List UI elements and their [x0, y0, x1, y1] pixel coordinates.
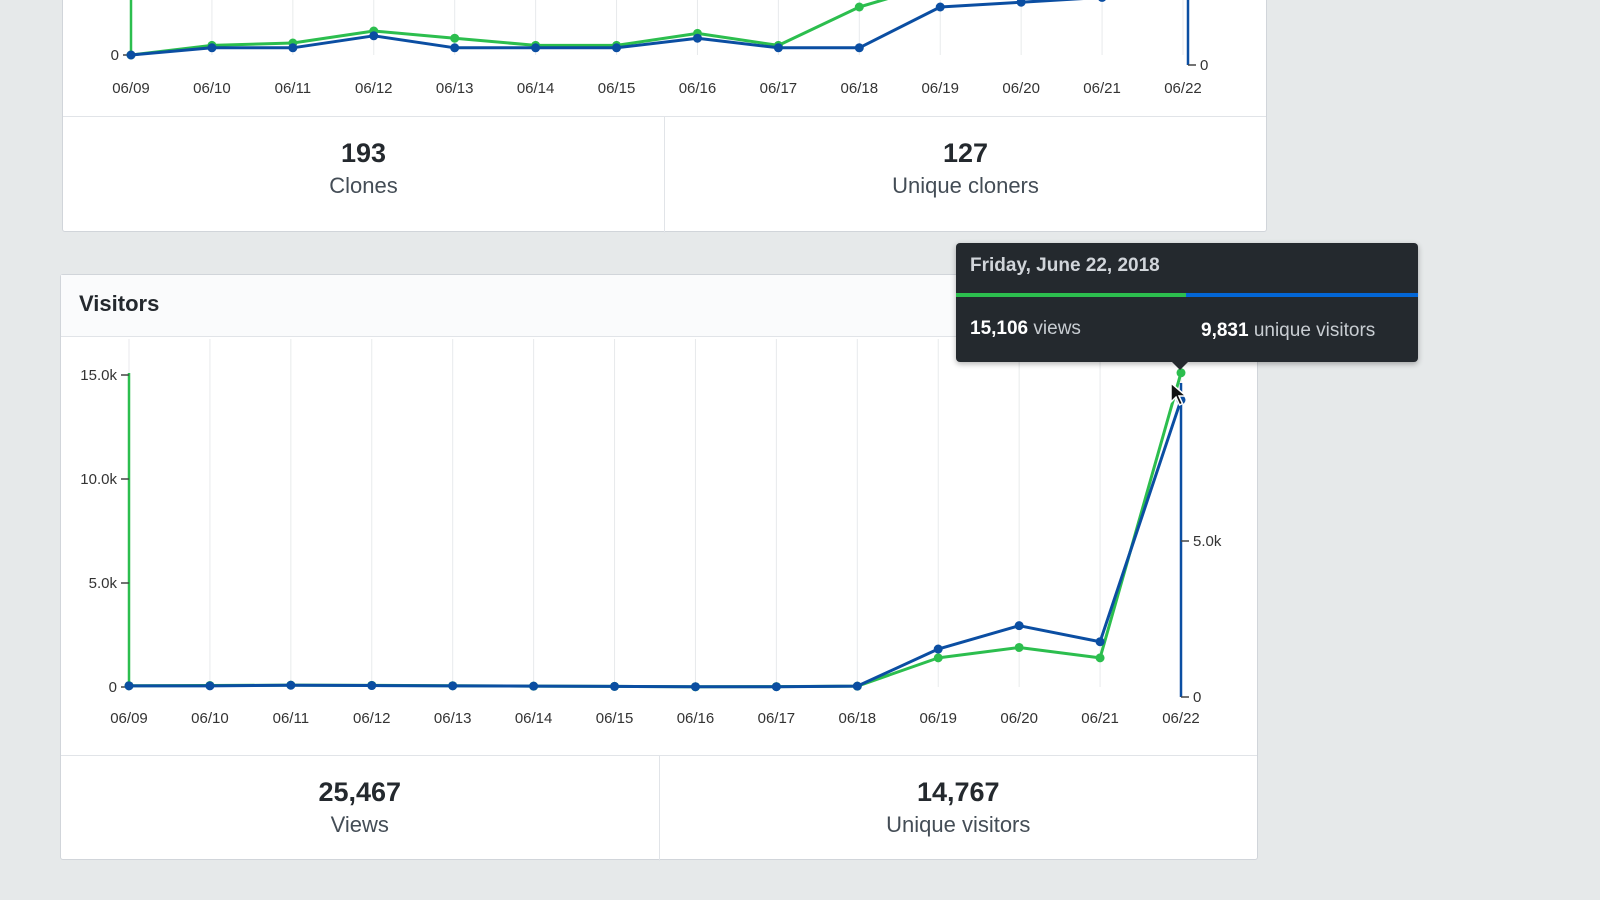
series-point [933, 653, 943, 663]
series-point [1014, 621, 1024, 631]
clones-count-label: Clones [329, 173, 398, 199]
x-tick-label: 06/19 [919, 710, 957, 727]
x-tick-label: 06/15 [598, 80, 636, 97]
series-point [773, 43, 783, 53]
tooltip-views-bar [956, 293, 1186, 297]
x-tick-label: 06/19 [921, 80, 959, 97]
x-tick-label: 06/14 [517, 80, 555, 97]
x-tick-label: 06/13 [434, 710, 472, 727]
left-axis-tick-label: 5.0k [89, 575, 118, 592]
series-point [126, 50, 136, 60]
series-point [771, 682, 781, 692]
x-tick-label: 06/20 [1002, 80, 1040, 97]
series-line [128, 372, 1183, 689]
series-point [369, 31, 379, 41]
right-axis-tick-label: 5.0k [1193, 533, 1222, 550]
unique-visitors-stat: 14,767 Unique visitors [658, 756, 1258, 861]
left-axis-tick-label: 0 [109, 679, 117, 696]
x-tick-label: 06/17 [760, 80, 798, 97]
series-point [450, 33, 460, 43]
tooltip-unique-value: 9,831 [1201, 320, 1249, 341]
tooltip-views-value: 15,106 [970, 318, 1029, 339]
x-tick-label: 06/10 [191, 710, 229, 727]
series-point [933, 644, 943, 654]
tooltip-views: 15,106 views [970, 318, 1081, 340]
x-tick-label: 06/15 [596, 710, 634, 727]
tooltip-views-label: views [1033, 318, 1081, 339]
views-stat: 25,467 Views [61, 756, 659, 861]
series-point [207, 43, 217, 53]
tooltip-arrow [1172, 362, 1188, 370]
x-tick-label: 06/18 [839, 710, 877, 727]
x-tick-label: 06/09 [110, 710, 148, 727]
unique-visitors-count: 14,767 [916, 777, 1000, 807]
series-point [852, 681, 862, 691]
left-axis-tick-label: 10.0k [80, 471, 117, 488]
series-point [529, 681, 539, 691]
views-count: 25,467 [318, 777, 402, 807]
left-axis-tick-label: 0 [111, 47, 119, 64]
right-axis-tick-label: 0 [1200, 57, 1208, 74]
series-line [129, 399, 1183, 689]
series-point [1095, 637, 1105, 647]
series-point [124, 681, 134, 691]
clones-chart: 0 0 06/09 06/10 06/11 06/12 06/13 06/14 06/15 06/… [111, 0, 1208, 97]
clones-count: 193 [340, 138, 387, 168]
tooltip-unique-bar [1186, 293, 1418, 297]
series-point [935, 2, 945, 12]
x-tick-label: 06/22 [1162, 710, 1200, 727]
unique-visitors-label: Unique visitors [886, 812, 1031, 838]
series-point [612, 43, 622, 53]
series-point [1016, 0, 1026, 7]
series-point [1098, 0, 1106, 2]
series-point [1014, 642, 1024, 652]
x-tick-label: 06/11 [273, 710, 309, 727]
x-tick-label: 06/17 [758, 710, 796, 727]
series-point [531, 43, 541, 53]
unique-cloners-stat: 127 Unique cloners [664, 117, 1266, 233]
series-point [286, 680, 296, 690]
unique-cloners-count: 127 [942, 138, 989, 168]
x-tick-label: 06/22 [1164, 80, 1202, 97]
clones-panel: 0 0 06/09 06/10 06/11 06/12 06/13 06/14 06/15 06/… [62, 0, 1267, 233]
clones-stats: 193 Clones 127 Unique cloners [63, 116, 1266, 233]
x-tick-label: 06/12 [355, 80, 393, 97]
series-point [205, 681, 215, 691]
x-tick-label: 06/09 [112, 80, 150, 97]
series-point [448, 681, 458, 691]
series-point [854, 43, 864, 53]
chart-tooltip: Friday, June 22, 2018 15,106 views 9,831… [956, 243, 1418, 370]
left-axis-tick-label: 15.0k [80, 367, 117, 384]
x-tick-label: 06/16 [679, 80, 717, 97]
series-point [690, 682, 700, 692]
clones-stat: 193 Clones [63, 117, 664, 233]
series-point [288, 43, 298, 53]
x-tick-label: 06/18 [841, 80, 879, 97]
tooltip-date: Friday, June 22, 2018 [970, 255, 1160, 276]
visitors-stats: 25,467 Views 14,767 Unique visitors [61, 755, 1257, 861]
series-point [610, 681, 620, 691]
unique-cloners-label: Unique cloners [892, 173, 1039, 199]
right-axis-tick-label: 0 [1193, 689, 1201, 706]
series-point [450, 43, 460, 53]
x-tick-label: 06/11 [275, 80, 311, 97]
x-tick-label: 06/10 [193, 80, 231, 97]
tooltip-unique: 9,831 unique visitors [1201, 320, 1375, 342]
mouse-cursor-icon [1170, 382, 1188, 407]
x-tick-label: 06/20 [1000, 710, 1038, 727]
series-point [692, 33, 702, 43]
x-tick-label: 06/14 [515, 710, 553, 727]
x-tick-label: 06/21 [1083, 80, 1121, 97]
tooltip-unique-label: unique visitors [1253, 320, 1376, 341]
x-tick-label: 06/16 [677, 710, 715, 727]
x-tick-label: 06/21 [1081, 710, 1119, 727]
x-tick-label: 06/12 [353, 710, 391, 727]
views-count-label: Views [330, 812, 389, 838]
x-tick-label: 06/13 [436, 80, 474, 97]
series-point [367, 681, 377, 691]
series-point [854, 2, 864, 12]
series-point [1095, 653, 1105, 663]
